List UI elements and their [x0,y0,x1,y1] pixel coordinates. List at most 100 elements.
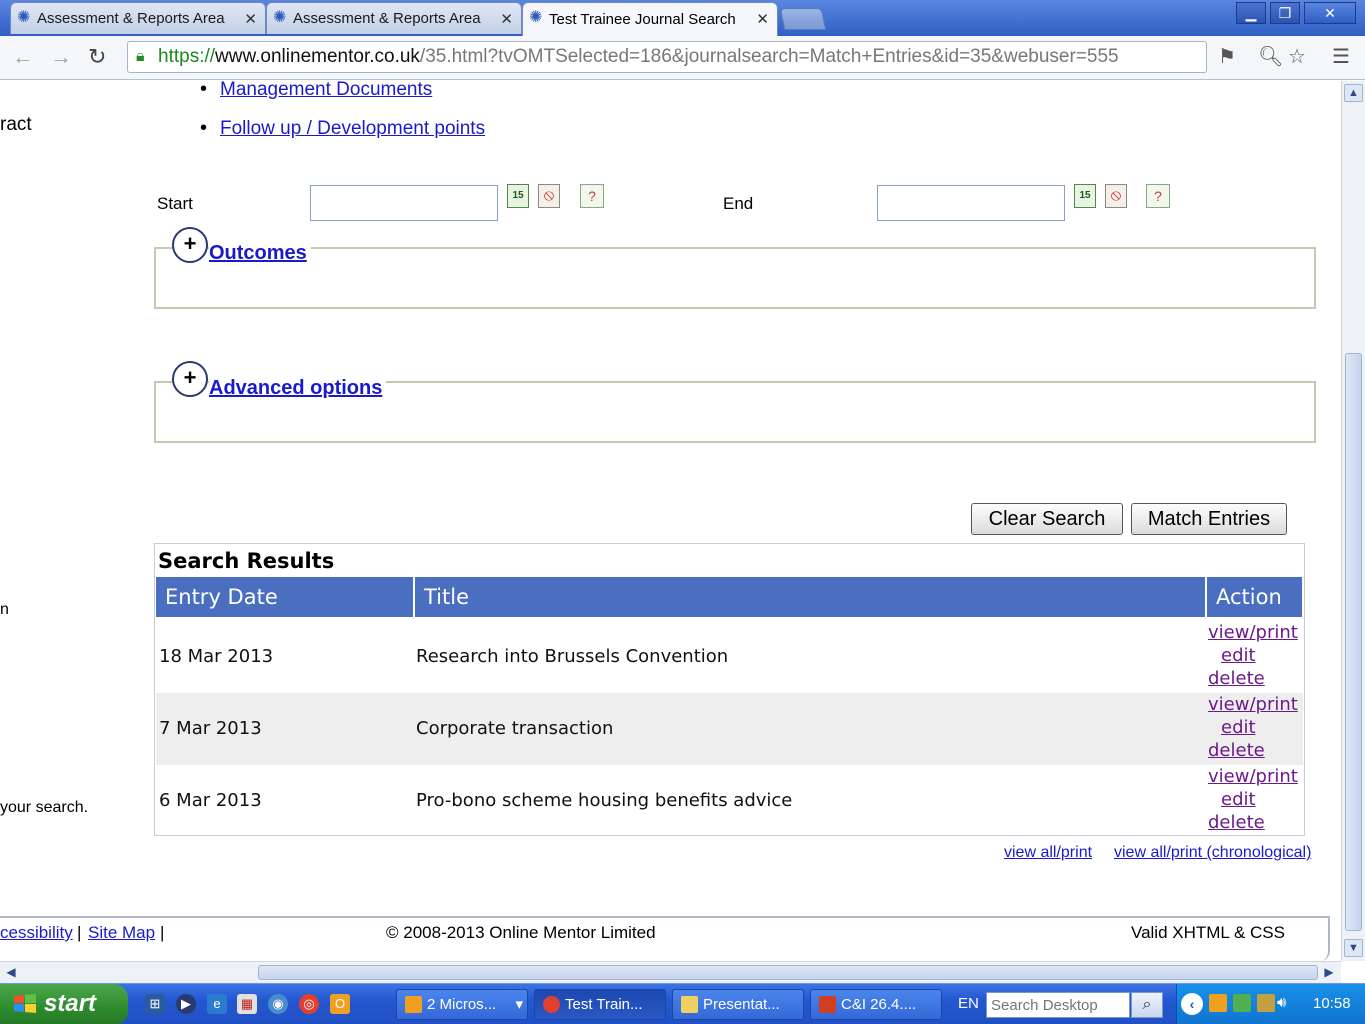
task-test-trainee[interactable]: Test Train... [534,989,666,1020]
close-window-button[interactable]: ✕ [1304,2,1356,24]
view-all-chronological-link[interactable]: view all/print (chronological) [1114,844,1311,862]
browser-tab-strip: ✺ Assessment & Reports Area ✕ ✺ Assessme… [0,0,1365,36]
task-presentation-folder[interactable]: Presentat... [672,989,804,1020]
help-icon[interactable]: ? [1146,184,1170,208]
windows-taskbar: start ⊞ ▶ e ▦ ◉ ◎ O 2 Micros... ▾ Test T… [0,983,1365,1024]
vertical-scrollbar[interactable]: ▲ ▼ [1341,81,1365,961]
calendar-icon[interactable]: 15 [1074,184,1096,208]
task-microsoft-office[interactable]: 2 Micros... ▾ [396,989,528,1020]
reload-icon[interactable]: ↻ [88,44,106,70]
search-icon[interactable]: ⌕ [1131,992,1163,1018]
chrome-icon[interactable]: ◎ [299,994,319,1014]
edit-link[interactable]: edit [1208,788,1303,811]
end-date-input[interactable] [877,185,1065,221]
tab-assessment-reports-2[interactable]: ✺ Assessment & Reports Area ✕ [266,2,522,34]
messenger-icon[interactable]: ◉ [268,994,288,1014]
calendar-icon[interactable]: 15 [507,184,529,208]
tab-label: Assessment & Reports Area [293,10,481,27]
language-indicator[interactable]: EN [958,995,979,1012]
windows-flag-icon [14,994,36,1013]
clear-date-icon[interactable]: ⦸ [1105,184,1127,208]
table-row: 6 Mar 2013 Pro-bono scheme housing benef… [156,765,1303,837]
match-entries-button[interactable]: Match Entries [1131,503,1287,535]
help-icon[interactable]: ? [580,184,604,208]
media-player-icon[interactable]: ▶ [176,994,196,1014]
scroll-down-arrow-icon[interactable]: ▼ [1344,939,1363,957]
edit-link[interactable]: edit [1208,644,1303,667]
entry-title: Research into Brussels Convention [416,646,729,667]
restore-button[interactable]: ❐ [1270,2,1300,24]
desktop-search-input[interactable] [986,992,1130,1018]
new-tab-button[interactable] [779,8,827,30]
menu-icon[interactable]: ☰ [1332,44,1350,69]
task-label: Presentat... [703,996,780,1013]
lock-icon: 🔒︎ [136,48,145,65]
outlook-icon [405,996,422,1013]
drive-tray-icon[interactable] [1233,994,1251,1012]
task-powerpoint[interactable]: C&I 26.4.... [810,989,942,1020]
view-print-link[interactable]: view/print [1208,693,1303,716]
start-date-label: Start [157,194,193,213]
site-map-link[interactable]: Site Map [88,923,155,943]
horizontal-scrollbar[interactable]: ◀ ▶ [0,961,1341,983]
outcomes-toggle-link[interactable]: Outcomes [209,242,311,265]
scroll-left-arrow-icon[interactable]: ◀ [2,964,20,981]
internet-explorer-icon[interactable]: e [207,994,227,1014]
tab-assessment-reports-1[interactable]: ✺ Assessment & Reports Area ✕ [10,2,266,34]
column-header-title[interactable]: Title [415,577,1205,617]
outlook-icon[interactable]: O [330,994,350,1014]
start-button[interactable]: start [0,984,128,1024]
edit-link[interactable]: edit [1208,716,1303,739]
start-label: start [44,990,97,1017]
chevron-left-icon[interactable]: ‹ [1181,993,1203,1015]
zoom-icon[interactable]: 🔍︎ [1258,44,1283,69]
view-all-print-link[interactable]: view all/print [1004,844,1092,862]
entry-date: 18 Mar 2013 [159,646,274,667]
task-label: 2 Micros... [427,996,497,1013]
tab-journal-search[interactable]: ✺ Test Trainee Journal Search ✕ [522,2,778,36]
minimize-button[interactable]: ▁ [1236,2,1266,24]
close-icon[interactable]: ✕ [500,10,513,28]
close-icon[interactable]: ✕ [244,10,257,28]
task-label: C&I 26.4.... [841,996,917,1013]
management-documents-link[interactable]: Management Documents [220,81,432,100]
expand-plus-icon[interactable]: + [172,361,208,397]
address-bar[interactable]: 🔒︎ https://www.onlinementor.co.uk/35.htm… [127,41,1207,73]
row-actions: view/print edit delete [1208,693,1303,762]
delete-link[interactable]: delete [1208,811,1303,834]
tab-label: Test Trainee Journal Search [549,11,736,28]
quick-launch-icon[interactable]: ⊞ [145,994,165,1014]
scroll-up-arrow-icon[interactable]: ▲ [1344,84,1363,102]
paint-icon[interactable]: ▦ [237,994,257,1014]
view-print-link[interactable]: view/print [1208,621,1303,644]
volume-icon[interactable]: 🔊︎ [1277,994,1286,1011]
outlook-tray-icon[interactable] [1209,994,1227,1012]
site-logo-icon: ✺ [273,9,287,26]
clear-date-icon[interactable]: ⦸ [538,184,560,208]
entry-title: Pro-bono scheme housing benefits advice [416,790,793,811]
delete-link[interactable]: delete [1208,739,1303,762]
close-icon[interactable]: ✕ [756,10,769,28]
clear-search-button[interactable]: Clear Search [971,503,1123,535]
accessibility-link[interactable]: cessibility [0,923,73,943]
entry-date: 7 Mar 2013 [159,718,262,739]
back-arrow-icon[interactable]: ← [12,44,34,70]
view-print-link[interactable]: view/print [1208,765,1303,788]
delete-link[interactable]: delete [1208,667,1303,690]
start-date-input[interactable] [310,185,498,221]
forward-arrow-icon[interactable]: → [50,44,72,70]
network-tray-icon[interactable] [1257,994,1275,1012]
scroll-thumb[interactable] [258,965,1318,980]
bookmark-star-icon[interactable]: ☆ [1288,44,1306,69]
row-actions: view/print edit delete [1208,765,1303,834]
advanced-options-toggle-link[interactable]: Advanced options [209,377,387,400]
scroll-thumb[interactable] [1345,353,1362,931]
expand-plus-icon[interactable]: + [172,227,208,263]
task-label: Test Train... [565,996,643,1013]
scroll-right-arrow-icon[interactable]: ▶ [1320,964,1338,981]
site-logo-icon: ✺ [529,9,543,26]
follow-up-link[interactable]: Follow up / Development points [220,118,485,139]
extension-flag-icon[interactable]: ⚑ [1218,44,1236,69]
column-header-entry-date[interactable]: Entry Date [156,577,413,617]
browser-toolbar: ← → ↻ 🔒︎ https://www.onlinementor.co.uk/… [0,36,1365,80]
